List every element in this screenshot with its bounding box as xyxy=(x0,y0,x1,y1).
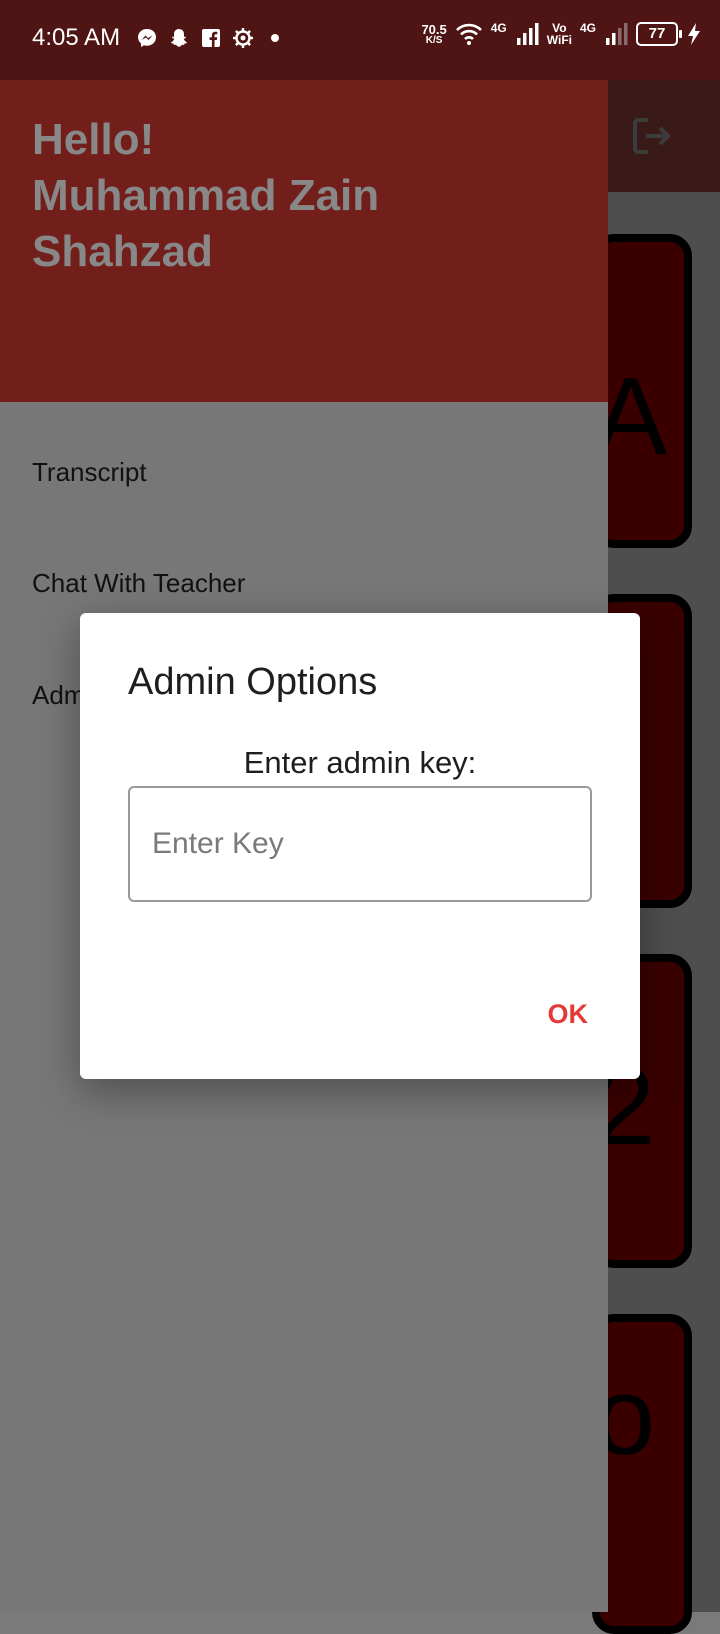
facebook-icon xyxy=(202,29,221,47)
messenger-icon xyxy=(138,29,157,47)
snapchat-icon xyxy=(171,29,188,47)
signal-icon xyxy=(516,23,539,45)
drawer-item-admin[interactable]: Adm xyxy=(32,680,85,711)
signal-icon-2 xyxy=(606,23,628,45)
admin-options-dialog: Admin Options Enter admin key: OK xyxy=(80,613,640,1079)
dialog-title: Admin Options xyxy=(128,661,378,703)
greeting-name-line1: Muhammad Zain xyxy=(32,171,380,220)
battery-indicator: 77 xyxy=(636,22,682,46)
clock: 4:05 AM xyxy=(32,24,121,51)
drawer-header: Hello! Muhammad Zain Shahzad xyxy=(0,80,608,402)
greeting-name-line2: Shahzad xyxy=(32,227,213,276)
ok-button[interactable]: OK xyxy=(540,995,597,1034)
drawer-item-chat-with-teacher[interactable]: Chat With Teacher xyxy=(32,568,245,599)
wifi-icon xyxy=(455,23,482,45)
network-type-1: 4G xyxy=(490,21,507,35)
status-bar: 4:05 AM 70.5 K/S 4G Vo WiFi 4G 77 xyxy=(0,0,720,80)
charging-icon xyxy=(688,23,700,45)
settings-icon xyxy=(233,28,254,48)
greeting-hello: Hello! xyxy=(32,115,155,164)
vowifi-bottom: WiFi xyxy=(546,33,572,47)
drawer-item-transcript[interactable]: Transcript xyxy=(32,457,147,488)
network-speed: 70.5 K/S xyxy=(421,23,446,46)
network-type-2: 4G xyxy=(579,21,596,35)
admin-key-label: Enter admin key: xyxy=(243,745,477,780)
logout-icon[interactable] xyxy=(628,112,676,160)
speed-unit: K/S xyxy=(425,34,443,46)
user-greeting: Hello! Muhammad Zain Shahzad xyxy=(32,112,552,280)
vowifi-indicator: Vo WiFi xyxy=(547,22,572,46)
speed-value: 70.5 xyxy=(421,21,447,37)
dot-icon xyxy=(271,34,280,42)
admin-key-input[interactable] xyxy=(128,786,592,902)
